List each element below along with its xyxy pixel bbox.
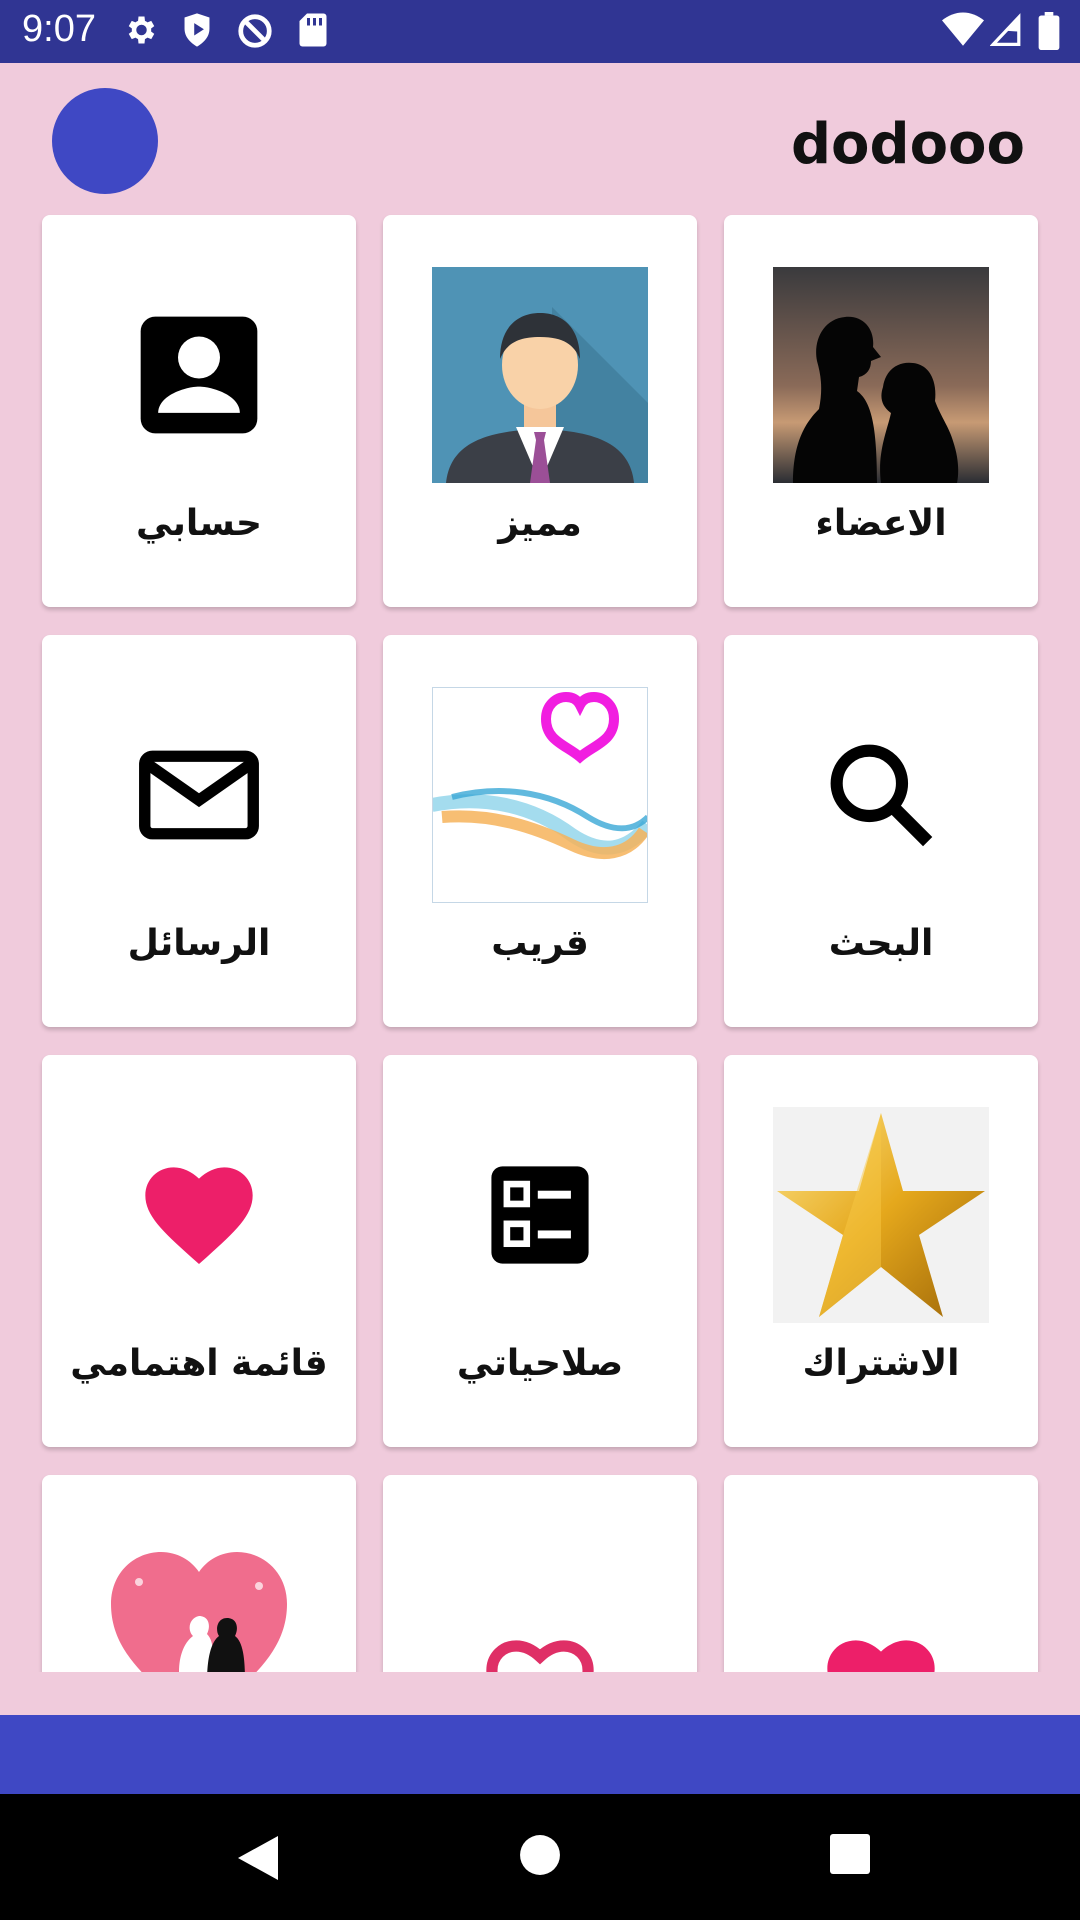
menu-card-permissions[interactable]: صلاحياتي [383, 1055, 697, 1447]
bottom-bar [0, 1715, 1080, 1794]
menu-card-label: الاعضاء [815, 503, 947, 544]
menu-card-label: قريب [491, 923, 589, 964]
menu-card-label: البحث [828, 923, 934, 964]
navigation-bar [0, 1794, 1080, 1920]
status-bar: 9:07 [0, 0, 1080, 63]
search-icon [830, 744, 933, 847]
checklist-icon [491, 1166, 589, 1264]
account-box-icon [140, 316, 258, 434]
couple-silhouette-image [773, 267, 989, 483]
back-icon[interactable] [236, 1834, 280, 1882]
recents-icon[interactable] [830, 1834, 870, 1874]
menu-grid: حسابي مميز الاعضاء الرسائل قريب البحث قا… [0, 200, 1080, 1672]
heart-filled-icon [145, 1167, 253, 1264]
menu-card-wedding[interactable] [42, 1475, 356, 1672]
menu-card-premium[interactable]: مميز [383, 215, 697, 607]
shield-play-icon [184, 13, 210, 47]
mail-icon [139, 750, 259, 840]
sd-card-icon [299, 13, 327, 47]
menu-card-label: حسابي [135, 503, 263, 544]
home-icon[interactable] [519, 1834, 561, 1876]
status-time: 9:07 [22, 8, 96, 50]
gold-star-image [773, 1107, 989, 1323]
menu-card-label: قائمة اهتمامي [70, 1343, 328, 1384]
menu-card-favorites[interactable]: قائمة اهتمامي [42, 1055, 356, 1447]
menu-card-label: مميز [498, 503, 582, 544]
wifi-icon [942, 12, 984, 46]
avatar[interactable] [52, 88, 158, 194]
businessman-avatar-image [432, 267, 648, 483]
heart-outline-icon [486, 1640, 594, 1672]
heart-filled-icon [827, 1640, 935, 1672]
heart-wave-image [432, 687, 648, 903]
no-sync-icon [238, 14, 272, 48]
menu-card-messages[interactable]: الرسائل [42, 635, 356, 1027]
wedding-couple-heart-image [111, 1552, 287, 1672]
battery-icon [1038, 12, 1060, 50]
menu-card-members[interactable]: الاعضاء [724, 215, 1038, 607]
menu-card-label: الرسائل [127, 923, 271, 964]
menu-card-nearby[interactable]: قريب [383, 635, 697, 1027]
menu-card-label: الاشتراك [802, 1343, 960, 1384]
signal-icon [990, 13, 1021, 46]
menu-card-subscription[interactable]: الاشتراك [724, 1055, 1038, 1447]
menu-card-likes[interactable] [383, 1475, 697, 1672]
menu-card-account[interactable]: حسابي [42, 215, 356, 607]
menu-card-label: صلاحياتي [456, 1343, 624, 1384]
app-title: dodooo [790, 112, 1025, 177]
gear-icon [128, 16, 155, 44]
menu-card-search[interactable]: البحث [724, 635, 1038, 1027]
menu-card-favorited[interactable] [724, 1475, 1038, 1672]
